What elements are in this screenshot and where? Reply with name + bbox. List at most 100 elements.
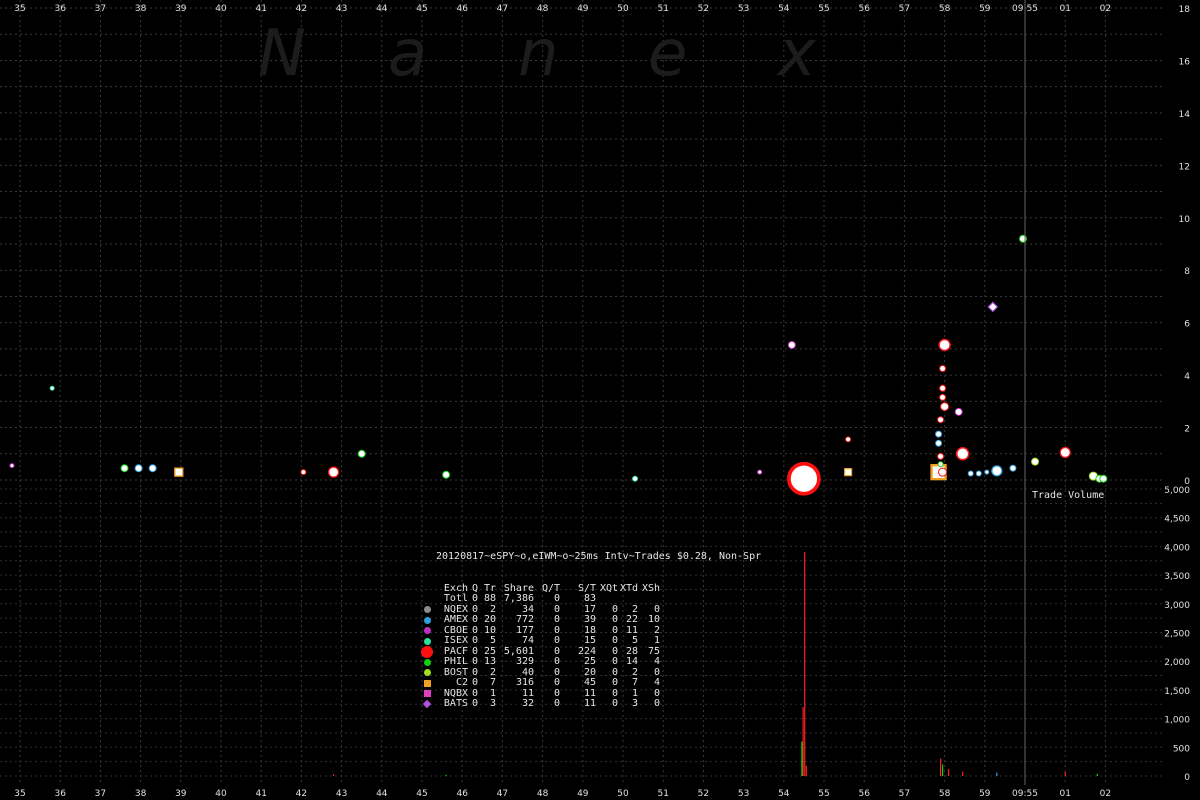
nanex-watermark: Na n e x	[258, 17, 817, 91]
x-tick-label-top: 02	[1100, 4, 1111, 14]
table-cell: XQt	[599, 582, 618, 594]
table-cell: 0	[653, 698, 660, 709]
x-tick-label-bottom: 41	[255, 789, 266, 799]
table-cell: 0	[553, 635, 560, 646]
exchange-symbol-icon	[420, 637, 434, 645]
trade-points	[9, 234, 1108, 496]
price-tick-label: 8	[1184, 267, 1190, 277]
volume-tick-label: 500	[1173, 744, 1190, 754]
x-tick-label-bottom: 59	[979, 789, 991, 799]
table-cell: 39	[583, 614, 596, 625]
table-cell: 0	[611, 677, 618, 688]
x-tick-label-bottom: 09:55	[1012, 789, 1038, 799]
table-cell: 83	[583, 593, 596, 604]
volume-tick-label: 0	[1184, 773, 1190, 783]
volume-tick-label: 1,500	[1164, 687, 1190, 697]
table-cell: 0	[553, 698, 560, 709]
table-cell: 32	[521, 698, 534, 709]
trade-point	[9, 463, 15, 469]
table-cell: 0	[611, 698, 618, 709]
volume-tick-label: 2,500	[1164, 630, 1190, 640]
x-tick-label-top: 59	[979, 4, 991, 14]
table-cell: 0	[553, 656, 560, 667]
x-tick-label-top: 50	[617, 4, 629, 14]
trade-point	[844, 468, 853, 477]
table-cell: 22	[625, 614, 638, 625]
x-tick-label-top: 49	[577, 4, 589, 14]
trade-point	[357, 449, 366, 458]
table-cell: 45	[583, 677, 596, 688]
x-tick-label-bottom: 47	[497, 789, 508, 799]
exchange-symbol-icon	[420, 606, 434, 614]
exchange-stats-table: 20120817~eSPY~o,eIWM~o~25ms Intv~Trades …	[420, 531, 761, 720]
watermark-letter: N	[258, 17, 306, 91]
volume-tick-label: 5,000	[1164, 486, 1190, 496]
table-cell: C2	[455, 677, 468, 688]
table-cell: 0	[553, 677, 560, 688]
trade-point	[632, 475, 639, 482]
x-tick-label-top: 36	[54, 4, 66, 14]
table-cell: 13	[483, 656, 496, 667]
table-cell: 15	[583, 635, 596, 646]
table-cell: 20	[483, 614, 496, 625]
table-cell: 3	[489, 698, 496, 709]
trade-point	[940, 402, 950, 412]
volume-axis-ticks: 500 1,000 1,500 2,000 2,500 3,000 3,500 4,000 4,…	[1164, 486, 1190, 783]
price-tick-label: 16	[1179, 57, 1191, 67]
exchange-symbol-icon	[420, 645, 434, 658]
trade-point	[49, 385, 55, 391]
x-tick-label-bottom: 53	[738, 789, 749, 799]
table-cell: 4	[653, 656, 660, 667]
table-cell: 0	[471, 593, 478, 604]
price-tick-label: 6	[1184, 320, 1190, 330]
exchange-symbol-icon	[420, 616, 434, 624]
trade-point	[787, 461, 821, 496]
table-cell: 4	[653, 677, 660, 688]
watermark-letter: a	[388, 17, 427, 91]
exchange-symbol-icon	[420, 690, 434, 698]
trade-point	[991, 465, 1003, 477]
table-row: BATS 0 3 32 0 11 0 3 0	[420, 698, 761, 710]
table-cell: PHIL	[443, 656, 468, 667]
x-tick-label-top: 54	[778, 4, 790, 14]
table-cell: 0	[553, 593, 560, 604]
chart-title: 20120817~eSPY~o,eIWM~o~25ms Intv~Trades …	[436, 551, 762, 562]
x-tick-label-bottom: 50	[617, 789, 629, 799]
x-tick-label-top: 38	[135, 4, 147, 14]
trade-point	[984, 469, 990, 475]
trade-point	[935, 439, 943, 447]
x-tick-label-bottom: 01	[1059, 789, 1070, 799]
trade-point	[935, 430, 943, 438]
table-cell: 329	[515, 656, 534, 667]
x-tick-label-bottom: 58	[939, 789, 951, 799]
x-tick-label-top: 35	[14, 4, 25, 14]
price-tick-label: 4	[1184, 372, 1190, 382]
x-tick-label-top: 57	[899, 4, 910, 14]
trade-point	[787, 340, 796, 349]
x-tick-label-bottom: 02	[1100, 789, 1111, 799]
x-tick-label-bottom: 51	[657, 789, 668, 799]
table-row: Totl 0 88 7,386 0 83	[420, 593, 761, 605]
x-tick-label-top: 51	[657, 4, 668, 14]
table-cell: 0	[611, 656, 618, 667]
x-tick-label-top: 39	[175, 4, 187, 14]
volume-tick-label: 3,000	[1164, 601, 1190, 611]
table-cell: 0	[611, 614, 618, 625]
x-tick-label-top: 40	[215, 4, 227, 14]
x-tick-label-bottom: 44	[376, 789, 388, 799]
trade-point	[174, 467, 184, 477]
x-tick-label-bottom: 48	[537, 789, 549, 799]
trade-point	[1031, 457, 1040, 466]
table-cell: AMEX	[443, 614, 468, 625]
table-cell: 0	[471, 614, 478, 625]
table-cell: 5	[631, 635, 638, 646]
x-tick-label-bottom: 52	[698, 789, 709, 799]
price-axis-ticks: 024681012141618	[1179, 5, 1191, 487]
x-tick-label-bottom: 39	[175, 789, 187, 799]
x-tick-label-top: 42	[296, 4, 307, 14]
x-tick-label-bottom: 49	[577, 789, 589, 799]
x-tick-label-top: 37	[95, 4, 106, 14]
x-tick-label-bottom: 54	[778, 789, 790, 799]
x-tick-label-bottom: 43	[336, 789, 347, 799]
trade-point	[148, 464, 157, 473]
